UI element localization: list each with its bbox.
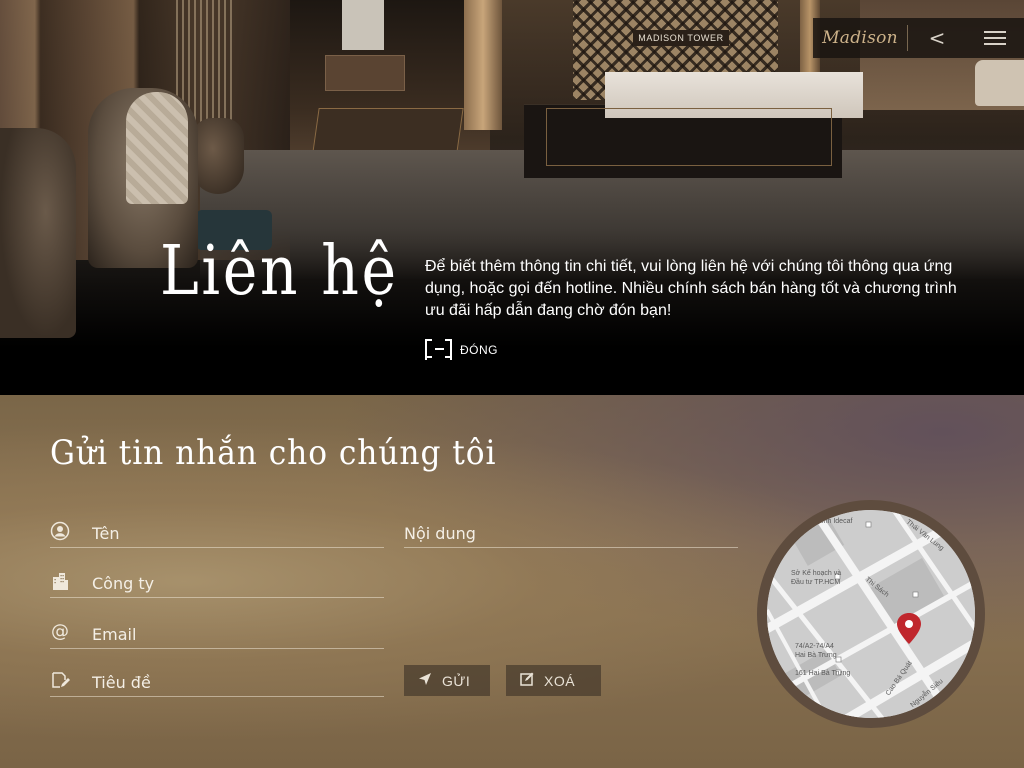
- edit-document-icon: [50, 670, 70, 690]
- map-label: 74/A2-74/A4: [795, 643, 834, 650]
- hero-banner: MADISON TOWER Madison < Liên hệ Để biết …: [0, 0, 1024, 395]
- name-field: [50, 512, 384, 548]
- chevron-left-icon: <: [928, 26, 946, 50]
- email-field: @: [50, 613, 384, 649]
- paper-plane-icon: [418, 672, 432, 689]
- map-label: Hai Bà Trưng: [795, 652, 837, 659]
- subject-field: [50, 661, 384, 697]
- brand-logo[interactable]: Madison: [813, 28, 907, 48]
- company-field: [50, 562, 384, 598]
- section-title: Gửi tin nhắn cho chúng tôi: [50, 433, 497, 473]
- at-sign-icon: @: [51, 621, 69, 642]
- building-sign: MADISON TOWER: [633, 30, 729, 46]
- subject-input[interactable]: [92, 673, 352, 692]
- email-input[interactable]: [92, 625, 352, 644]
- menu-button[interactable]: [966, 18, 1024, 58]
- contact-form-section: Gửi tin nhắn cho chúng tôi @ GỬI: [0, 395, 1024, 768]
- message-field: [404, 512, 738, 548]
- name-input[interactable]: [92, 524, 352, 543]
- map-streets: [767, 510, 975, 718]
- map-view[interactable]: Kính Idecaf Thái Văn Lung Sở Kế hoạch và…: [767, 510, 975, 718]
- close-button[interactable]: ĐÓNG: [425, 339, 498, 360]
- edit-icon: [520, 672, 534, 689]
- message-input[interactable]: [404, 524, 664, 543]
- map-label: 161 Hai Bà Trưng: [795, 670, 851, 677]
- map-label: Kính Idecaf: [817, 518, 853, 525]
- user-icon: [50, 521, 70, 541]
- location-map[interactable]: Kính Idecaf Thái Văn Lung Sở Kế hoạch và…: [757, 500, 985, 728]
- building-sign-text: MADISON TOWER: [638, 33, 724, 43]
- map-label: Đầu tư TP.HCM: [791, 579, 841, 586]
- hamburger-icon: [984, 31, 1006, 33]
- send-button[interactable]: GỬI: [404, 665, 490, 696]
- map-label: Sở Kế hoạch và: [791, 570, 842, 577]
- clear-button[interactable]: XOÁ: [506, 665, 601, 696]
- send-label: GỬI: [442, 672, 471, 689]
- back-button[interactable]: <: [908, 18, 966, 58]
- building-icon: [50, 571, 70, 591]
- hero-description: Để biết thêm thông tin chi tiết, vui lòn…: [425, 258, 957, 319]
- page-title: Liên hệ: [160, 232, 399, 311]
- top-navigation: Madison <: [813, 18, 1024, 58]
- collapse-icon: [425, 339, 452, 360]
- lobby-background-image: MADISON TOWER: [0, 0, 1024, 395]
- clear-label: XOÁ: [544, 672, 576, 689]
- company-input[interactable]: [92, 574, 352, 593]
- close-label: ĐÓNG: [460, 342, 498, 357]
